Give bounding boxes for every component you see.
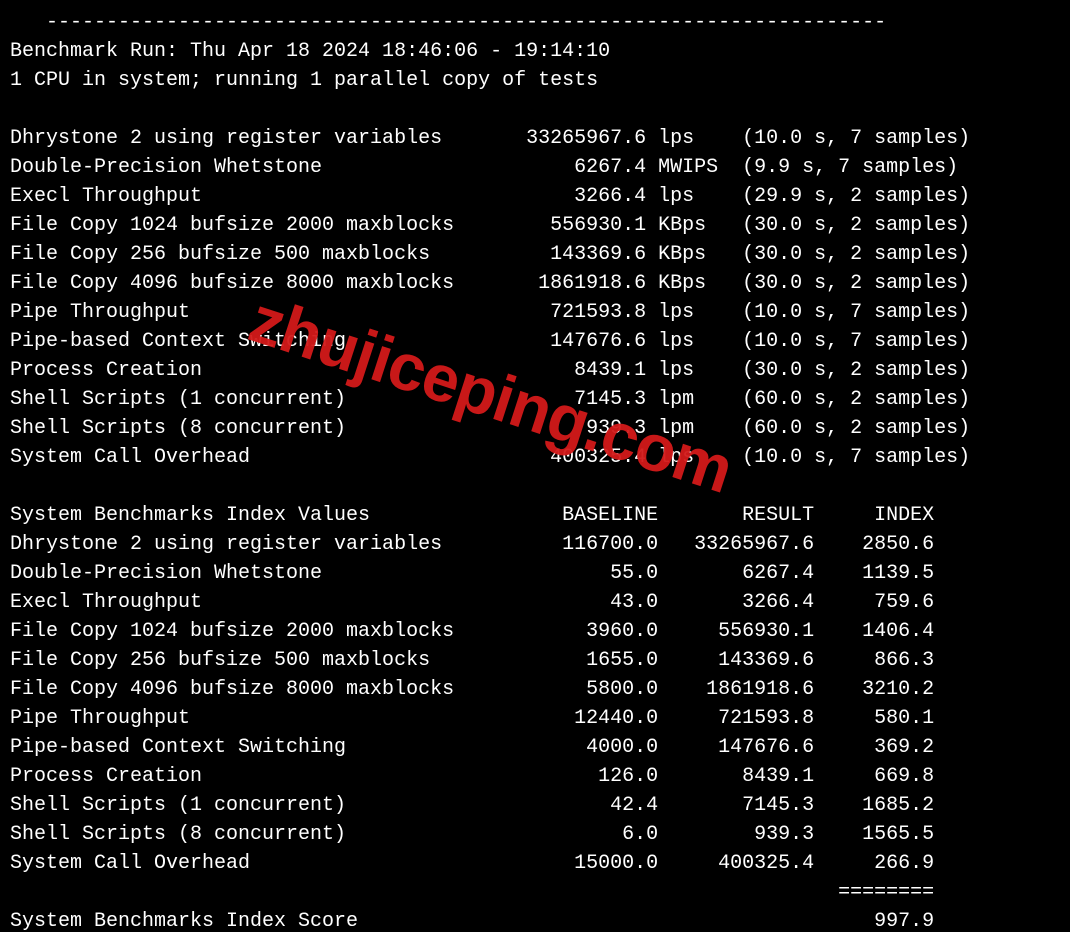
score-divider: ========	[10, 881, 934, 904]
score-line: System Benchmarks Index Score 997.9	[10, 910, 934, 932]
cpu-info-line: 1 CPU in system; running 1 parallel copy…	[10, 69, 598, 92]
index-block: System Benchmarks Index Values BASELINE …	[10, 504, 934, 875]
divider-line: ----------------------------------------…	[10, 11, 886, 34]
terminal-output: ----------------------------------------…	[0, 0, 1070, 932]
benchmark-run-line: Benchmark Run: Thu Apr 18 2024 18:46:06 …	[10, 40, 610, 63]
test-results-block: Dhrystone 2 using register variables 332…	[10, 127, 970, 469]
